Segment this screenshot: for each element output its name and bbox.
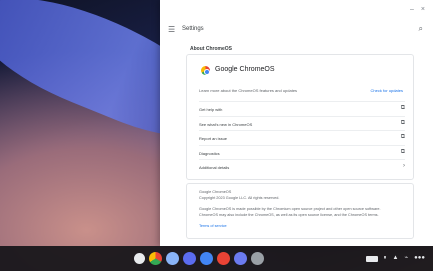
shelf-apps (134, 252, 264, 265)
info-license: ChromeOS may also include the ChromeOS, … (199, 213, 379, 217)
row-whats-new[interactable]: See what's new in ChromeOS ⧉ (199, 115, 405, 131)
external-link-icon: ⧉ (400, 148, 405, 155)
row-get-help[interactable]: Get help with ⧉ (199, 101, 405, 116)
info-open-source: Google ChromeOS is made possible by the … (199, 207, 381, 211)
about-card: Google ChromeOS Learn more about the Chr… (186, 54, 414, 180)
external-link-icon: ⧉ (400, 119, 405, 126)
wifi-icon[interactable]: ▲ (393, 255, 399, 262)
battery-icon[interactable]: ⌁ (405, 255, 409, 262)
pause-icon[interactable]: ⏸ (384, 255, 387, 262)
menu-icon[interactable]: ☰ (168, 25, 175, 34)
check-for-updates-button[interactable]: Check for updates (371, 88, 403, 93)
close-button[interactable]: × (421, 6, 425, 14)
row-label: Diagnostics (199, 150, 220, 156)
row-label: Report an issue (199, 136, 228, 141)
status-tray[interactable]: ⏸ ▲ ⌁ ●●● (365, 255, 425, 262)
row-diagnostics[interactable]: Diagnostics ⧉ (199, 144, 405, 160)
chevron-right-icon: › (403, 163, 405, 169)
row-label: See what's new in ChromeOS (199, 121, 253, 127)
info-product: Google ChromeOS (199, 190, 232, 194)
help-row: Learn more about the ChromeOS features a… (199, 86, 403, 96)
minimize-button[interactable]: – (410, 6, 414, 14)
product-name: Google ChromeOS (215, 66, 275, 73)
settings-window: – × ☰ Settings ⌕ About ChromeOS Google C… (160, 0, 433, 246)
external-link-icon: ⧉ (400, 134, 405, 140)
row-label: Additional details (199, 165, 230, 170)
external-link-icon: ⧉ (400, 105, 405, 111)
page-title: Settings (182, 26, 204, 32)
settings-header: ☰ Settings ⌕ (160, 20, 433, 42)
files-icon[interactable] (166, 252, 179, 265)
camera-icon[interactable] (234, 252, 247, 265)
launcher-icon[interactable] (134, 253, 145, 264)
row-label: Get help with (199, 107, 223, 112)
info-card: Google ChromeOS Copyright 2023 Google LL… (186, 183, 414, 239)
terms-of-service-link[interactable]: Terms of service (199, 224, 227, 228)
settings-app-icon[interactable] (200, 252, 213, 265)
chrome-icon[interactable] (149, 252, 162, 265)
window-controls: – × (410, 6, 425, 14)
about-rows: Get help with ⧉ See what's new in Chrome… (199, 101, 405, 174)
row-additional-details[interactable]: Additional details › (199, 159, 405, 174)
youtube-icon[interactable] (217, 252, 230, 265)
info-copyright: Copyright 2023 Google LLC. All rights re… (199, 196, 280, 200)
help-text: Learn more about the ChromeOS features a… (199, 88, 298, 93)
chromeos-logo-icon (201, 66, 210, 75)
shelf: ⏸ ▲ ⌁ ●●● (0, 246, 433, 271)
notifications-icon[interactable]: ●●● (414, 255, 425, 262)
section-title: About ChromeOS (190, 46, 232, 52)
play-store-icon[interactable] (251, 252, 264, 265)
row-report-issue[interactable]: Report an issue ⧉ (199, 130, 405, 145)
screen-capture-icon[interactable] (365, 255, 378, 262)
meet-icon[interactable] (183, 252, 196, 265)
search-icon[interactable]: ⌕ (419, 24, 423, 34)
